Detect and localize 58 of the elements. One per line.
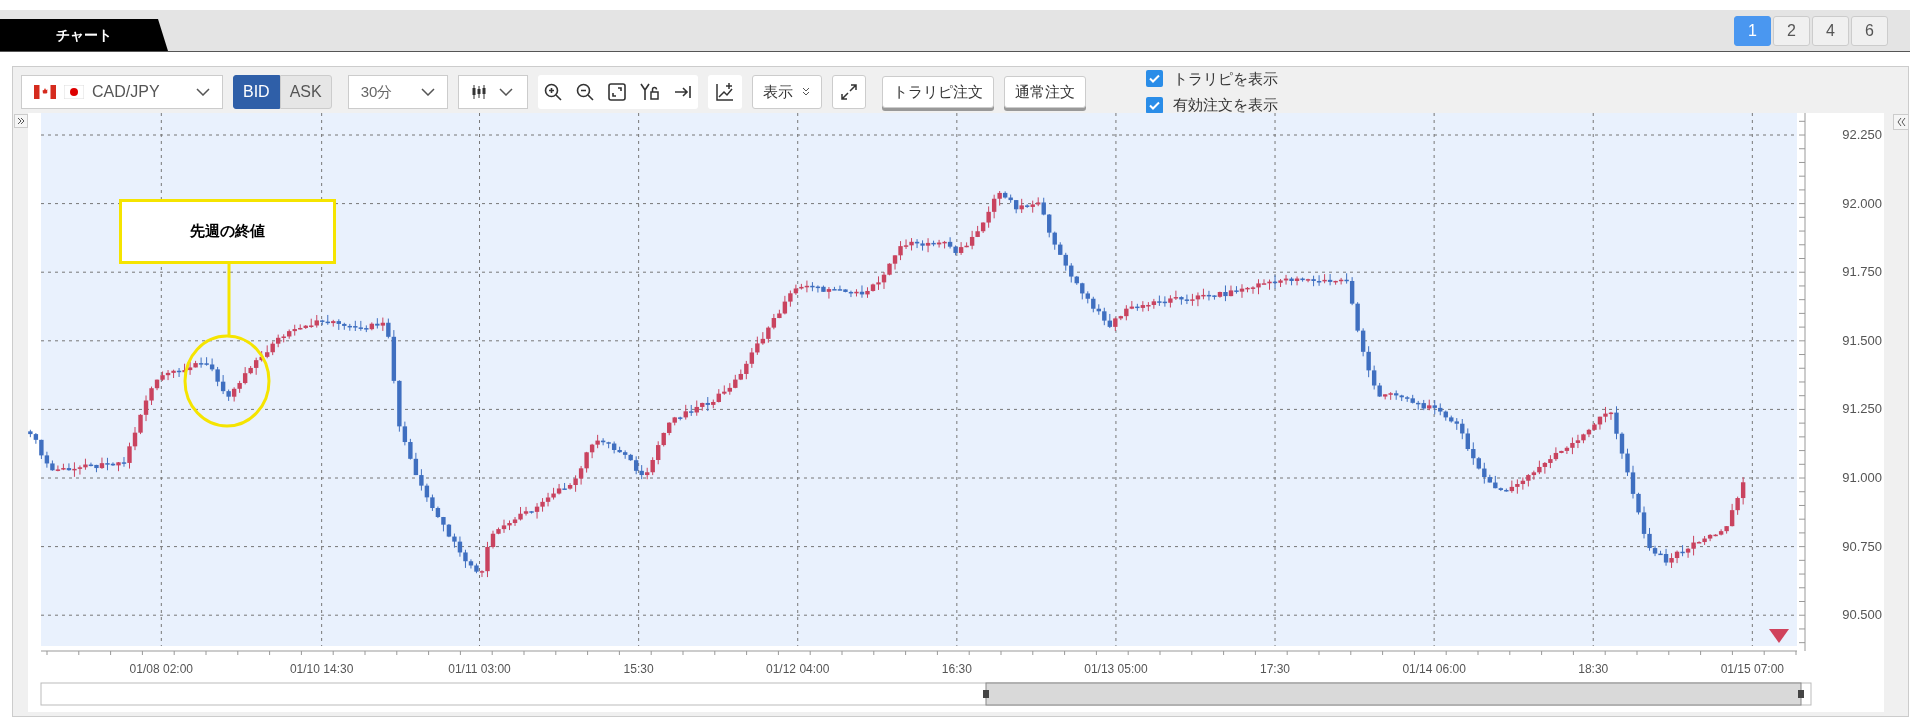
order-button[interactable]: 通常注文 [1003, 76, 1086, 108]
canada-flag-icon [34, 85, 56, 99]
y-axis-label: 92.000 [1841, 195, 1882, 212]
leader-line [227, 264, 231, 336]
zoom-in-icon[interactable] [543, 83, 562, 101]
x-axis-label: 01/14 06:00 [1401, 661, 1467, 678]
chevron-down-icon [498, 88, 513, 96]
x-axis-label: 01/08 02:00 [128, 661, 194, 678]
x-axis-label: 01/13 05:00 [1083, 661, 1149, 678]
x-axis-label: 16:30 [940, 661, 973, 678]
checkbox[interactable] [1145, 70, 1163, 88]
x-axis-label: 01/11 03:00 [447, 661, 512, 678]
order-button[interactable]: トラリピ注文 [881, 76, 994, 108]
price-side-button[interactable]: BID [233, 75, 280, 109]
y-axis-label: 91.500 [1841, 332, 1882, 349]
symbol-dropdown[interactable]: CAD/JPY [21, 75, 223, 109]
option-label: トラリピを表示 [1172, 68, 1278, 89]
navigator-range-handle[interactable] [983, 682, 1804, 706]
expand-icon [839, 83, 858, 101]
collapse-right-icon[interactable] [1893, 114, 1909, 130]
layout-button[interactable]: 2 [1773, 15, 1810, 46]
x-axis-label: 01/15 07:00 [1719, 661, 1786, 678]
zoom-out-icon[interactable] [575, 83, 594, 101]
expand-left-icon[interactable] [14, 114, 28, 128]
double-chevron-down-icon [800, 87, 811, 97]
x-axis-label: 17:30 [1259, 661, 1292, 678]
display-menu-button[interactable]: 表示 [751, 75, 822, 109]
fit-screen-icon[interactable] [607, 83, 626, 101]
chart-tab[interactable]: チャート [0, 19, 168, 51]
y-axis-lock-icon[interactable] [639, 83, 660, 101]
japan-flag-icon [64, 85, 84, 99]
x-axis-label: 18:30 [1577, 661, 1610, 678]
chart-type-dropdown[interactable] [457, 75, 528, 109]
option-label: 有効注文を表示 [1172, 95, 1278, 115]
annotation-box: 先週の終値 [119, 199, 336, 264]
fullscreen-button[interactable] [831, 75, 866, 109]
chevron-down-icon [196, 88, 210, 96]
add-indicator-icon [714, 82, 735, 102]
x-axis-label: 01/12 04:00 [765, 661, 831, 678]
price-marker-icon [1769, 629, 1789, 643]
symbol-text: CAD/JPY [92, 82, 161, 102]
y-axis-label: 90.750 [1841, 538, 1882, 555]
timeframe-dropdown[interactable]: 30分 [347, 75, 448, 109]
y-axis-label: 91.250 [1841, 401, 1882, 418]
x-axis-label: 15:30 [622, 661, 655, 678]
x-axis-label: 01/10 14:30 [288, 661, 355, 678]
indicator-button[interactable] [707, 75, 742, 109]
y-axis-label: 92.250 [1841, 127, 1882, 143]
y-axis-label: 90.500 [1841, 607, 1882, 624]
checkbox[interactable] [1145, 96, 1163, 114]
arrow-to-end-icon[interactable] [673, 83, 692, 101]
chevron-down-icon [420, 88, 435, 96]
y-axis-label: 91.750 [1841, 264, 1882, 281]
layout-button[interactable]: 6 [1851, 15, 1888, 46]
price-side-button[interactable]: ASK [279, 75, 332, 109]
candlestick-icon [470, 84, 487, 100]
layout-button[interactable]: 4 [1812, 15, 1849, 46]
y-axis-label: 91.000 [1841, 470, 1882, 486]
